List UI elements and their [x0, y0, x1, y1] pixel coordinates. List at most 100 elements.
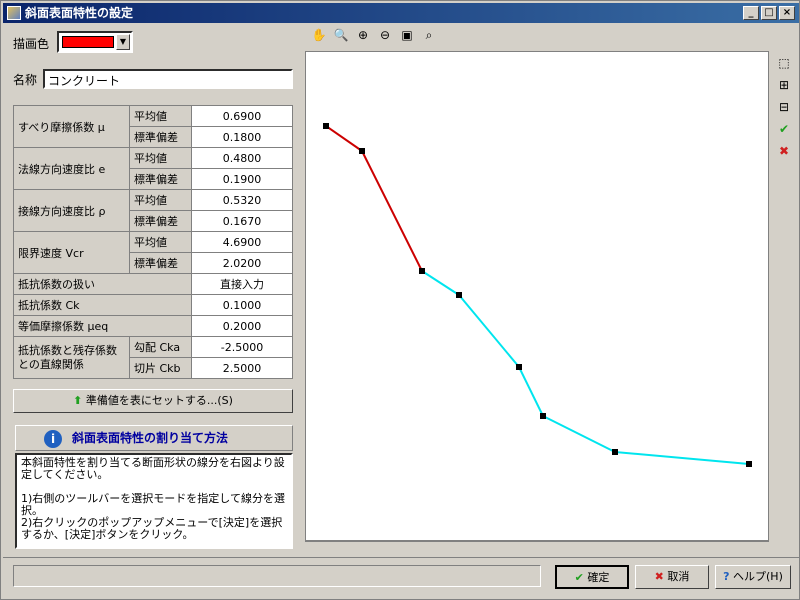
zoom-previous-icon[interactable]: ⌕ — [419, 25, 439, 45]
sub-label: 勾配 Cka — [129, 336, 192, 358]
dialog-window: 斜面表面特性の設定 _ □ × 描画色 ▼ 名称 コンクリート すべり摩擦係数 … — [0, 0, 800, 600]
check-icon: ✔ — [574, 571, 584, 584]
profile-node — [516, 364, 522, 370]
horizontal-scrollbar[interactable] — [305, 541, 769, 553]
table-row: 抵抗係数 Ck 0.1000 — [13, 294, 293, 316]
profile-segment[interactable] — [361, 150, 423, 272]
select-add-icon[interactable]: ⊞ — [774, 75, 794, 95]
profile-node — [323, 123, 329, 129]
value-cell[interactable]: 2.0200 — [191, 252, 293, 274]
name-label: 名称 — [13, 73, 38, 87]
cancel-label: 取消 — [667, 570, 690, 583]
sub-label: 平均値 — [129, 105, 192, 127]
ok-button[interactable]: ✔ 確定 — [555, 565, 629, 589]
app-icon — [7, 6, 21, 20]
cancel-button[interactable]: ✖ 取消 — [635, 565, 709, 589]
help-icon: ? — [723, 570, 730, 583]
profile-segment[interactable] — [542, 415, 616, 453]
zoom-in-icon[interactable]: ⊕ — [353, 25, 373, 45]
chevron-down-icon[interactable]: ▼ — [116, 34, 130, 50]
param-label: すべり摩擦係数 μ — [13, 105, 130, 148]
value-cell[interactable]: 4.6900 — [191, 231, 293, 253]
info-title: 斜面表面特性の割り当て方法 — [72, 431, 229, 445]
maximize-button[interactable]: □ — [761, 6, 777, 20]
zoom-window-icon[interactable]: 🔍 — [331, 25, 351, 45]
profile-node — [746, 461, 752, 467]
value-cell[interactable]: 0.4800 — [191, 147, 293, 169]
divider — [3, 557, 799, 558]
minimize-button[interactable]: _ — [743, 6, 759, 20]
value-cell[interactable]: 0.1900 — [191, 168, 293, 190]
sub-label: 標準偏差 — [129, 210, 192, 232]
help-label: ヘルプ(H) — [733, 570, 783, 583]
value-cell[interactable]: 直接入力 — [191, 273, 293, 295]
ok-label: 確定 — [587, 571, 610, 584]
color-swatch — [62, 36, 114, 48]
profile-segment[interactable] — [518, 366, 544, 417]
view-toolbar: ✋ 🔍 ⊕ ⊖ ▣ ⌕ — [305, 25, 465, 47]
profile-segment[interactable] — [325, 125, 363, 152]
table-row: 等価摩擦係数 μeq 0.2000 — [13, 315, 293, 337]
param-label: 等価摩擦係数 μeq — [13, 315, 192, 337]
name-input[interactable]: コンクリート — [43, 69, 293, 89]
table-row: 接線方向速度比 ρ 平均値 0.5320 — [13, 189, 293, 232]
sub-label: 標準偏差 — [129, 168, 192, 190]
cancel-icon[interactable]: ✖ — [774, 141, 794, 161]
param-label: 限界速度 Vcr — [13, 231, 130, 274]
value-cell[interactable]: 0.5320 — [191, 189, 293, 211]
table-row: 抵抗係数と残存係数との直線関係 勾配 Cka -2.5000 — [13, 336, 293, 379]
help-button[interactable]: ? ヘルプ(H) — [715, 565, 791, 589]
profile-segment[interactable] — [614, 451, 750, 465]
param-label: 抵抗係数の扱い — [13, 273, 192, 295]
sub-label: 標準偏差 — [129, 252, 192, 274]
set-defaults-button[interactable]: ⬆ 準備値を表にセットする...(S) — [13, 389, 293, 413]
title-bar: 斜面表面特性の設定 _ □ × — [3, 3, 799, 23]
property-table: すべり摩擦係数 μ 平均値 0.6900 標準偏差 0.1800 法線方向速度比… — [13, 105, 293, 379]
sub-label: 標準偏差 — [129, 126, 192, 148]
selection-toolbar: ⬚ ⊞ ⊟ ✔ ✖ — [771, 51, 797, 551]
table-row: 抵抗係数の扱い 直接入力 — [13, 273, 293, 295]
profile-node — [612, 449, 618, 455]
param-label: 抵抗係数と残存係数との直線関係 — [13, 336, 130, 379]
set-defaults-label: 準備値を表にセットする...(S) — [85, 394, 233, 407]
close-button[interactable]: × — [779, 6, 795, 20]
pan-icon[interactable]: ✋ — [309, 25, 329, 45]
x-icon: ✖ — [654, 570, 664, 583]
confirm-icon[interactable]: ✔ — [774, 119, 794, 139]
param-label: 抵抗係数 Ck — [13, 294, 192, 316]
profile-segment[interactable] — [421, 270, 460, 296]
sub-label: 平均値 — [129, 189, 192, 211]
value-cell[interactable]: -2.5000 — [191, 336, 293, 358]
section-profile — [323, 123, 752, 467]
value-cell[interactable]: 0.6900 — [191, 105, 293, 127]
sub-label: 切片 Ckb — [129, 357, 192, 379]
sub-label: 平均値 — [129, 147, 192, 169]
window-title: 斜面表面特性の設定 — [25, 6, 134, 20]
profile-node — [456, 292, 462, 298]
table-row: すべり摩擦係数 μ 平均値 0.6900 — [13, 105, 293, 148]
sub-label: 平均値 — [129, 231, 192, 253]
value-cell[interactable]: 0.2000 — [191, 315, 293, 337]
select-rect-icon[interactable]: ⬚ — [774, 53, 794, 73]
value-cell[interactable]: 0.1670 — [191, 210, 293, 232]
info-text: 本斜面特性を割り当てる断面形状の線分を右図より設定してください。 1)右側のツー… — [15, 453, 293, 549]
draw-color-label: 描画色 — [13, 37, 50, 51]
value-cell[interactable]: 0.1000 — [191, 294, 293, 316]
table-row: 法線方向速度比 e 平均値 0.4800 — [13, 147, 293, 190]
select-remove-icon[interactable]: ⊟ — [774, 97, 794, 117]
value-cell[interactable]: 0.1800 — [191, 126, 293, 148]
profile-segment[interactable] — [458, 294, 520, 368]
section-canvas[interactable] — [305, 51, 769, 541]
profile-node — [419, 268, 425, 274]
fit-all-icon[interactable]: ▣ — [397, 25, 417, 45]
profile-node — [540, 413, 546, 419]
table-row: 限界速度 Vcr 平均値 4.6900 — [13, 231, 293, 274]
param-label: 法線方向速度比 e — [13, 147, 130, 190]
value-cell[interactable]: 2.5000 — [191, 357, 293, 379]
profile-node — [359, 148, 365, 154]
status-bar — [13, 565, 541, 587]
info-icon: i — [44, 430, 62, 448]
zoom-out-icon[interactable]: ⊖ — [375, 25, 395, 45]
param-label: 接線方向速度比 ρ — [13, 189, 130, 232]
draw-color-select[interactable]: ▼ — [57, 31, 133, 53]
